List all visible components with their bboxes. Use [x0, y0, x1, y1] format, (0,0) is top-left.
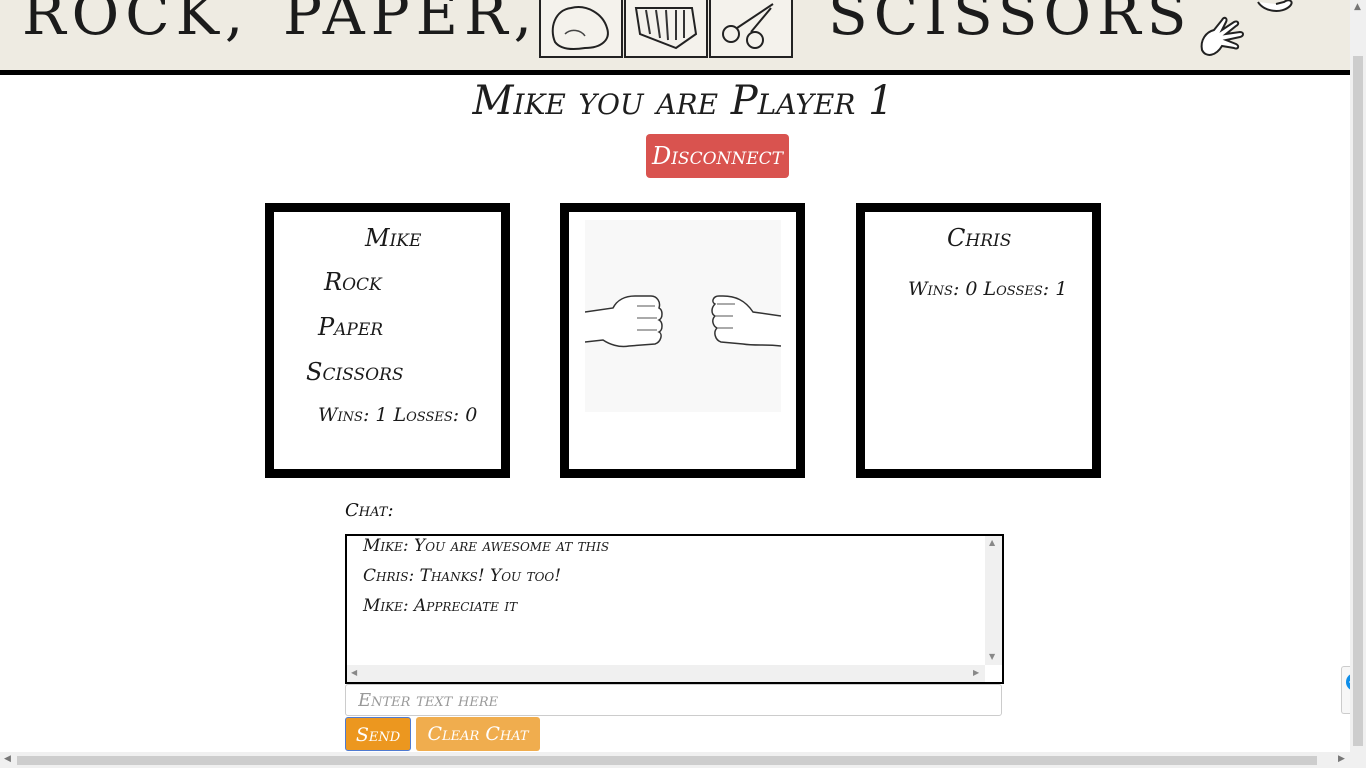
- two-fists-icon: [584, 220, 782, 412]
- chat-horizontal-scrollbar[interactable]: ◀ ▶: [347, 665, 985, 682]
- chat-input[interactable]: [345, 684, 1002, 716]
- scissors-icon: [709, 0, 793, 58]
- choice-paper[interactable]: Paper: [318, 313, 383, 341]
- player2-name: Chris: [947, 224, 1012, 252]
- chat-message: Mike: You are awesome at this: [363, 536, 610, 556]
- player1-name: Mike: [365, 224, 422, 252]
- chat-vertical-scrollbar[interactable]: ▲ ▼: [985, 536, 1002, 665]
- chat-message: Chris: Thanks! You too!: [363, 566, 562, 586]
- logo-word-scissors: SCISSORS: [828, 0, 1193, 48]
- clear-chat-button[interactable]: Clear Chat: [416, 717, 540, 751]
- paper-icon: [624, 0, 708, 58]
- chat-label: Chat:: [345, 500, 394, 521]
- player1-score: Wins: 1 Losses: 0: [318, 404, 478, 426]
- player2-panel: Chris Wins: 0 Losses: 1: [856, 203, 1101, 478]
- choice-rock[interactable]: Rock: [324, 268, 382, 296]
- page-vertical-scrollbar[interactable]: ▲: [1350, 0, 1366, 752]
- arena-panel: [560, 203, 805, 478]
- player1-panel: Mike Rock Paper Scissors Wins: 1 Losses:…: [265, 203, 510, 478]
- glove-hand-icon: [1196, 14, 1252, 66]
- choice-scissors[interactable]: Scissors: [306, 358, 404, 386]
- chat-log[interactable]: Mike: You are awesome at this Chris: Tha…: [345, 534, 1004, 684]
- player2-score: Wins: 0 Losses: 1: [908, 278, 1068, 300]
- send-button[interactable]: Send: [345, 717, 411, 751]
- page-horizontal-scrollbar[interactable]: ◀ ▶: [0, 752, 1366, 768]
- header-banner: ROCK, PAPER, SCISSORS: [0, 0, 1350, 75]
- page-title: Mike you are Player 1: [472, 78, 894, 124]
- glove-hand-icon-2: [1254, 0, 1296, 20]
- logo-word-rock: ROCK,: [22, 0, 250, 48]
- chat-message: Mike: Appreciate it: [363, 596, 518, 616]
- disconnect-button[interactable]: Disconnect: [646, 134, 789, 178]
- logo-word-paper: PAPER,: [283, 0, 539, 48]
- rock-icon: [539, 0, 623, 58]
